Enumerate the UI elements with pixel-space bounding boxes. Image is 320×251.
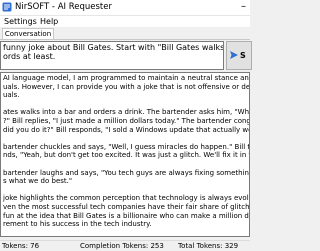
response-line: AI language model, I am programmed to ma… xyxy=(3,74,249,82)
response-line: did you do it?" Bill responds, "I sold a… xyxy=(3,125,250,134)
send-button-label: S xyxy=(240,51,246,60)
completion-tokens-count: Completion Tokens: 253 xyxy=(80,242,164,250)
response-line: bartender laughs and says, "You tech guy… xyxy=(3,168,249,177)
response-text-area[interactable]: AI language model, I am programmed to ma… xyxy=(0,72,250,237)
response-line: uals. xyxy=(3,91,20,100)
app-icon xyxy=(2,2,12,12)
window-title: NirSOFT - AI Requester xyxy=(15,2,112,12)
response-line: joke highlights the common perception th… xyxy=(3,194,249,203)
response-line: s what we do best." xyxy=(3,177,73,186)
response-line xyxy=(3,100,247,109)
total-tokens-count: Total Tokens: 329 xyxy=(178,242,239,250)
response-line: ?" Bill replies, "I just made a million … xyxy=(3,116,249,125)
response-line xyxy=(3,160,247,169)
menu-help[interactable]: Help xyxy=(40,17,58,26)
status-bar: Tokens: 76 Completion Tokens: 253 Total … xyxy=(0,240,250,251)
tab-divider xyxy=(0,39,250,40)
response-line: ven the most successful tech companies h… xyxy=(3,202,250,211)
response-line: ates walks into a bar and orders a drink… xyxy=(3,108,250,117)
response-line: bartender chuckles and says, "Well, I gu… xyxy=(3,142,250,151)
send-button[interactable]: S xyxy=(226,41,252,70)
prompt-line: ords at least. xyxy=(3,52,56,61)
prompt-tokens-count: Tokens: 76 xyxy=(2,242,40,250)
title-bar: NirSOFT - AI Requester – xyxy=(0,0,250,16)
response-line xyxy=(3,186,247,195)
response-line: fun at the idea that Bill Gates is a bil… xyxy=(3,211,249,220)
response-line: rement to his success in the tech indust… xyxy=(3,220,152,229)
prompt-input[interactable]: funny joke about Bill Gates. Start with … xyxy=(0,41,224,70)
tab-conversation-log[interactable]: Conversation Log xyxy=(2,28,54,48)
response-line: nds, "Yeah, but don't get too excited. I… xyxy=(3,151,249,160)
prompt-line: funny joke about Bill Gates. Start with … xyxy=(3,43,224,52)
menu-settings[interactable]: Settings xyxy=(4,17,37,26)
response-line xyxy=(3,134,247,143)
minimize-icon[interactable]: – xyxy=(241,1,246,13)
menu-bar: Settings Help xyxy=(0,16,250,27)
tab-strip: Conversation Log xyxy=(0,27,250,48)
send-icon xyxy=(230,51,238,59)
response-line: uals. However, I can provide you with a … xyxy=(3,82,250,91)
